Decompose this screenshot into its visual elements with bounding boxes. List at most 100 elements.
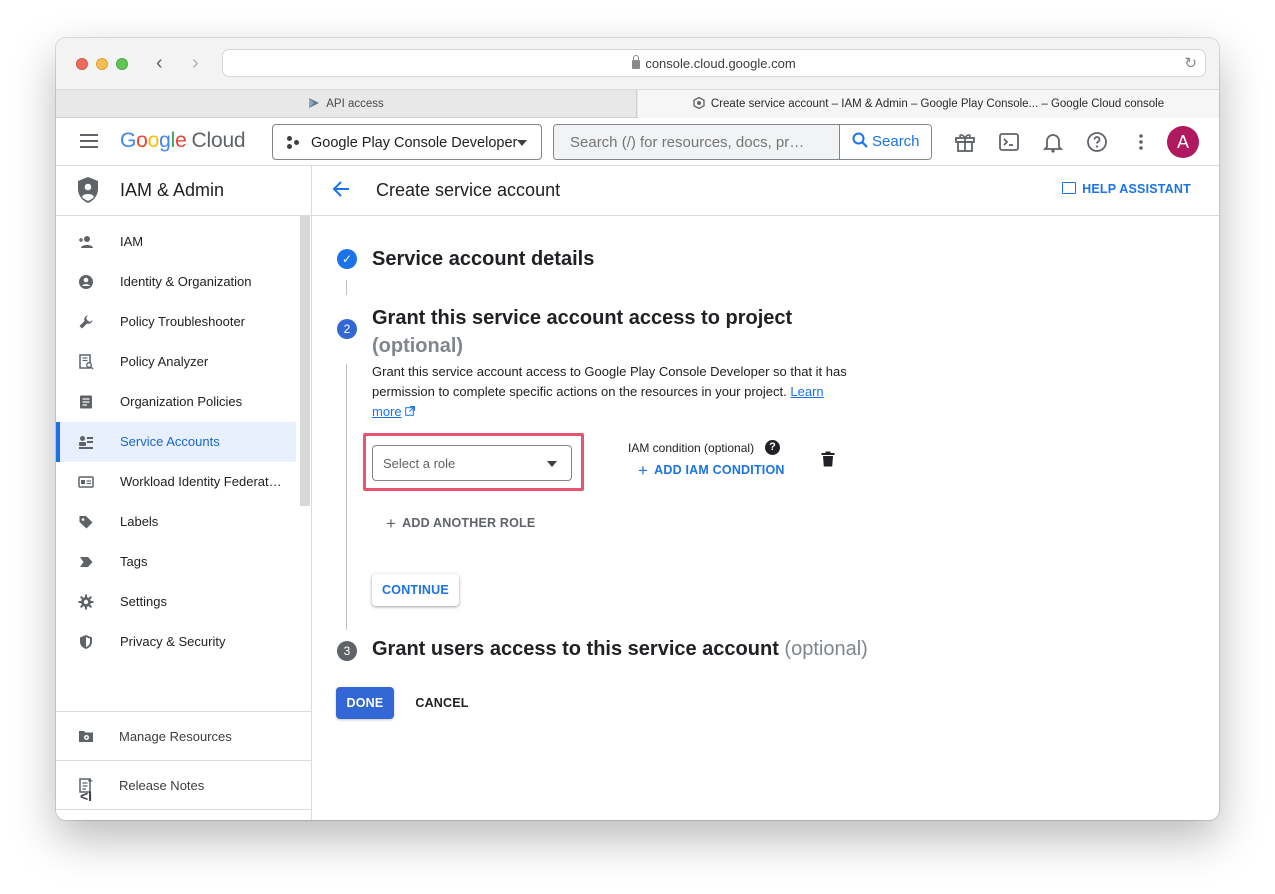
sidebar-scrollbar[interactable] [300, 216, 310, 506]
page-header: Create service account HELP ASSISTANT [312, 166, 1219, 216]
sidebar-item-policy-analyzer[interactable]: Policy Analyzer [56, 342, 296, 382]
continue-button[interactable]: CONTINUE [372, 574, 459, 606]
sidebar-item-workload-identity[interactable]: Workload Identity Federat… [56, 462, 296, 502]
delete-icon[interactable] [821, 451, 835, 467]
search-button[interactable]: Search [839, 125, 931, 159]
person-add-icon [79, 236, 93, 248]
back-arrow-icon[interactable] [332, 180, 350, 198]
add-another-role-button[interactable]: + ADD ANOTHER ROLE [386, 514, 535, 534]
search-icon [852, 132, 868, 148]
tab-strip: API access Create service account – IAM … [56, 90, 1219, 118]
sidebar-item-label: Release Notes [119, 778, 205, 793]
bell-icon[interactable] [1041, 130, 1065, 154]
step-number-3: 3 [337, 641, 357, 661]
cloud-shell-icon[interactable] [997, 130, 1021, 154]
sidebar-item-labels[interactable]: Labels [56, 502, 296, 542]
sidebar-title: IAM & Admin [120, 180, 225, 200]
plus-icon: + [386, 514, 397, 533]
sidebar-item-label: Service Accounts [120, 434, 220, 449]
step-description: Grant this service account access to Goo… [372, 364, 847, 419]
gcp-hex-icon [693, 97, 705, 109]
sidebar-item-label: Tags [120, 554, 148, 569]
sidebar-item-settings[interactable]: Settings [56, 582, 296, 622]
sidebar-item-label: Organization Policies [120, 394, 243, 409]
reload-icon[interactable]: ↻ [1184, 54, 1197, 72]
sidebar-item-policy-troubleshooter[interactable]: Policy Troubleshooter [56, 302, 296, 342]
gift-icon[interactable] [953, 130, 977, 154]
play-console-icon [309, 98, 320, 108]
browser-back-icon[interactable]: ‹ [156, 53, 163, 73]
close-window-button[interactable] [76, 58, 88, 70]
sidebar-item-label: Identity & Organization [120, 274, 252, 289]
sidebar-item-label: Policy Analyzer [120, 354, 209, 369]
role-select-placeholder: Select a role [383, 456, 456, 471]
google-cloud-logo[interactable]: Google Cloud [120, 129, 246, 153]
role-select[interactable]: Select a role [372, 445, 572, 481]
step-title[interactable]: Grant users access to this service accou… [372, 638, 868, 661]
help-icon[interactable] [1085, 130, 1109, 154]
sidebar-divider [56, 809, 312, 810]
address-bar[interactable]: console.cloud.google.com ↻ [222, 49, 1206, 77]
project-picker[interactable]: Google Play Console Developer [272, 124, 542, 160]
sidebar-item-service-accounts[interactable]: Service Accounts [56, 422, 296, 462]
sidebar-item-label: Policy Troubleshooter [120, 314, 246, 329]
step-number-2: 2 [337, 319, 357, 339]
sidebar-item-identity-organization[interactable]: Identity & Organization [56, 262, 296, 302]
sidebar: IAM & Admin IAM Identity & Organization … [56, 166, 312, 820]
cancel-button[interactable]: CANCEL [410, 687, 474, 719]
sidebar-item-release-notes[interactable]: Release Notes [56, 761, 312, 809]
step-title[interactable]: Service account details [372, 248, 594, 271]
browser-titlebar: ‹ › console.cloud.google.com ↻ [56, 38, 1219, 90]
collapse-sidebar-icon[interactable]: <I [80, 788, 92, 804]
tag-icon [80, 557, 93, 567]
search-input[interactable] [554, 125, 839, 159]
zoom-window-button[interactable] [116, 58, 128, 70]
sidebar-item-label: Privacy & Security [120, 634, 226, 649]
wrench-icon [79, 315, 93, 329]
chat-icon [1062, 182, 1077, 194]
console-header: Google Cloud Google Play Console Develope… [56, 118, 1219, 166]
chevron-down-icon [517, 140, 527, 146]
label-icon [79, 516, 93, 529]
sidebar-list: IAM Identity & Organization Policy Troub… [56, 222, 296, 662]
minimize-window-button[interactable] [96, 58, 108, 70]
avatar[interactable]: A [1167, 126, 1199, 158]
page-title: Create service account [376, 180, 561, 200]
sidebar-item-organization-policies[interactable]: Organization Policies [56, 382, 296, 422]
lock-icon [632, 55, 641, 69]
tab-label: API access [326, 98, 384, 110]
step-connector [346, 364, 347, 630]
help-question-icon[interactable]: ? [765, 440, 780, 455]
id-card-icon [78, 476, 94, 488]
chevron-down-icon [547, 461, 557, 467]
iam-condition-label: IAM condition (optional) [628, 441, 755, 455]
plus-icon: + [638, 461, 649, 480]
help-assistant-button[interactable]: HELP ASSISTANT [1062, 182, 1191, 196]
hamburger-menu-icon[interactable] [80, 134, 98, 148]
browser-window: ‹ › console.cloud.google.com ↻ API acces… [56, 38, 1219, 820]
add-iam-condition-button[interactable]: + ADD IAM CONDITION [638, 461, 785, 481]
tab-api-access[interactable]: API access [56, 90, 637, 118]
sidebar-item-manage-resources[interactable]: Manage Resources [56, 712, 312, 760]
url-text: console.cloud.google.com [645, 56, 796, 71]
browser-forward-icon[interactable]: › [192, 53, 199, 73]
list-document-icon [80, 395, 92, 409]
sidebar-item-tags[interactable]: Tags [56, 542, 296, 582]
sidebar-item-label: Manage Resources [119, 729, 232, 744]
sidebar-item-label: Workload Identity Federat… [120, 474, 282, 489]
shield-icon [80, 635, 92, 649]
sidebar-item-label: Labels [120, 514, 159, 529]
sidebar-header: IAM & Admin [56, 166, 312, 216]
iam-shield-icon [78, 177, 98, 203]
account-circle-icon [79, 275, 93, 289]
more-vert-icon[interactable] [1129, 130, 1153, 154]
open-external-icon [404, 406, 415, 416]
service-account-icon [79, 436, 93, 449]
project-icon [287, 136, 301, 150]
gear-icon [78, 594, 94, 610]
step-title: Grant this service account access to pro… [372, 307, 793, 357]
sidebar-item-privacy-security[interactable]: Privacy & Security [56, 622, 296, 662]
tab-create-service-account[interactable]: Create service account – IAM & Admin – G… [638, 90, 1219, 118]
done-button[interactable]: DONE [336, 687, 394, 719]
sidebar-item-iam[interactable]: IAM [56, 222, 296, 262]
